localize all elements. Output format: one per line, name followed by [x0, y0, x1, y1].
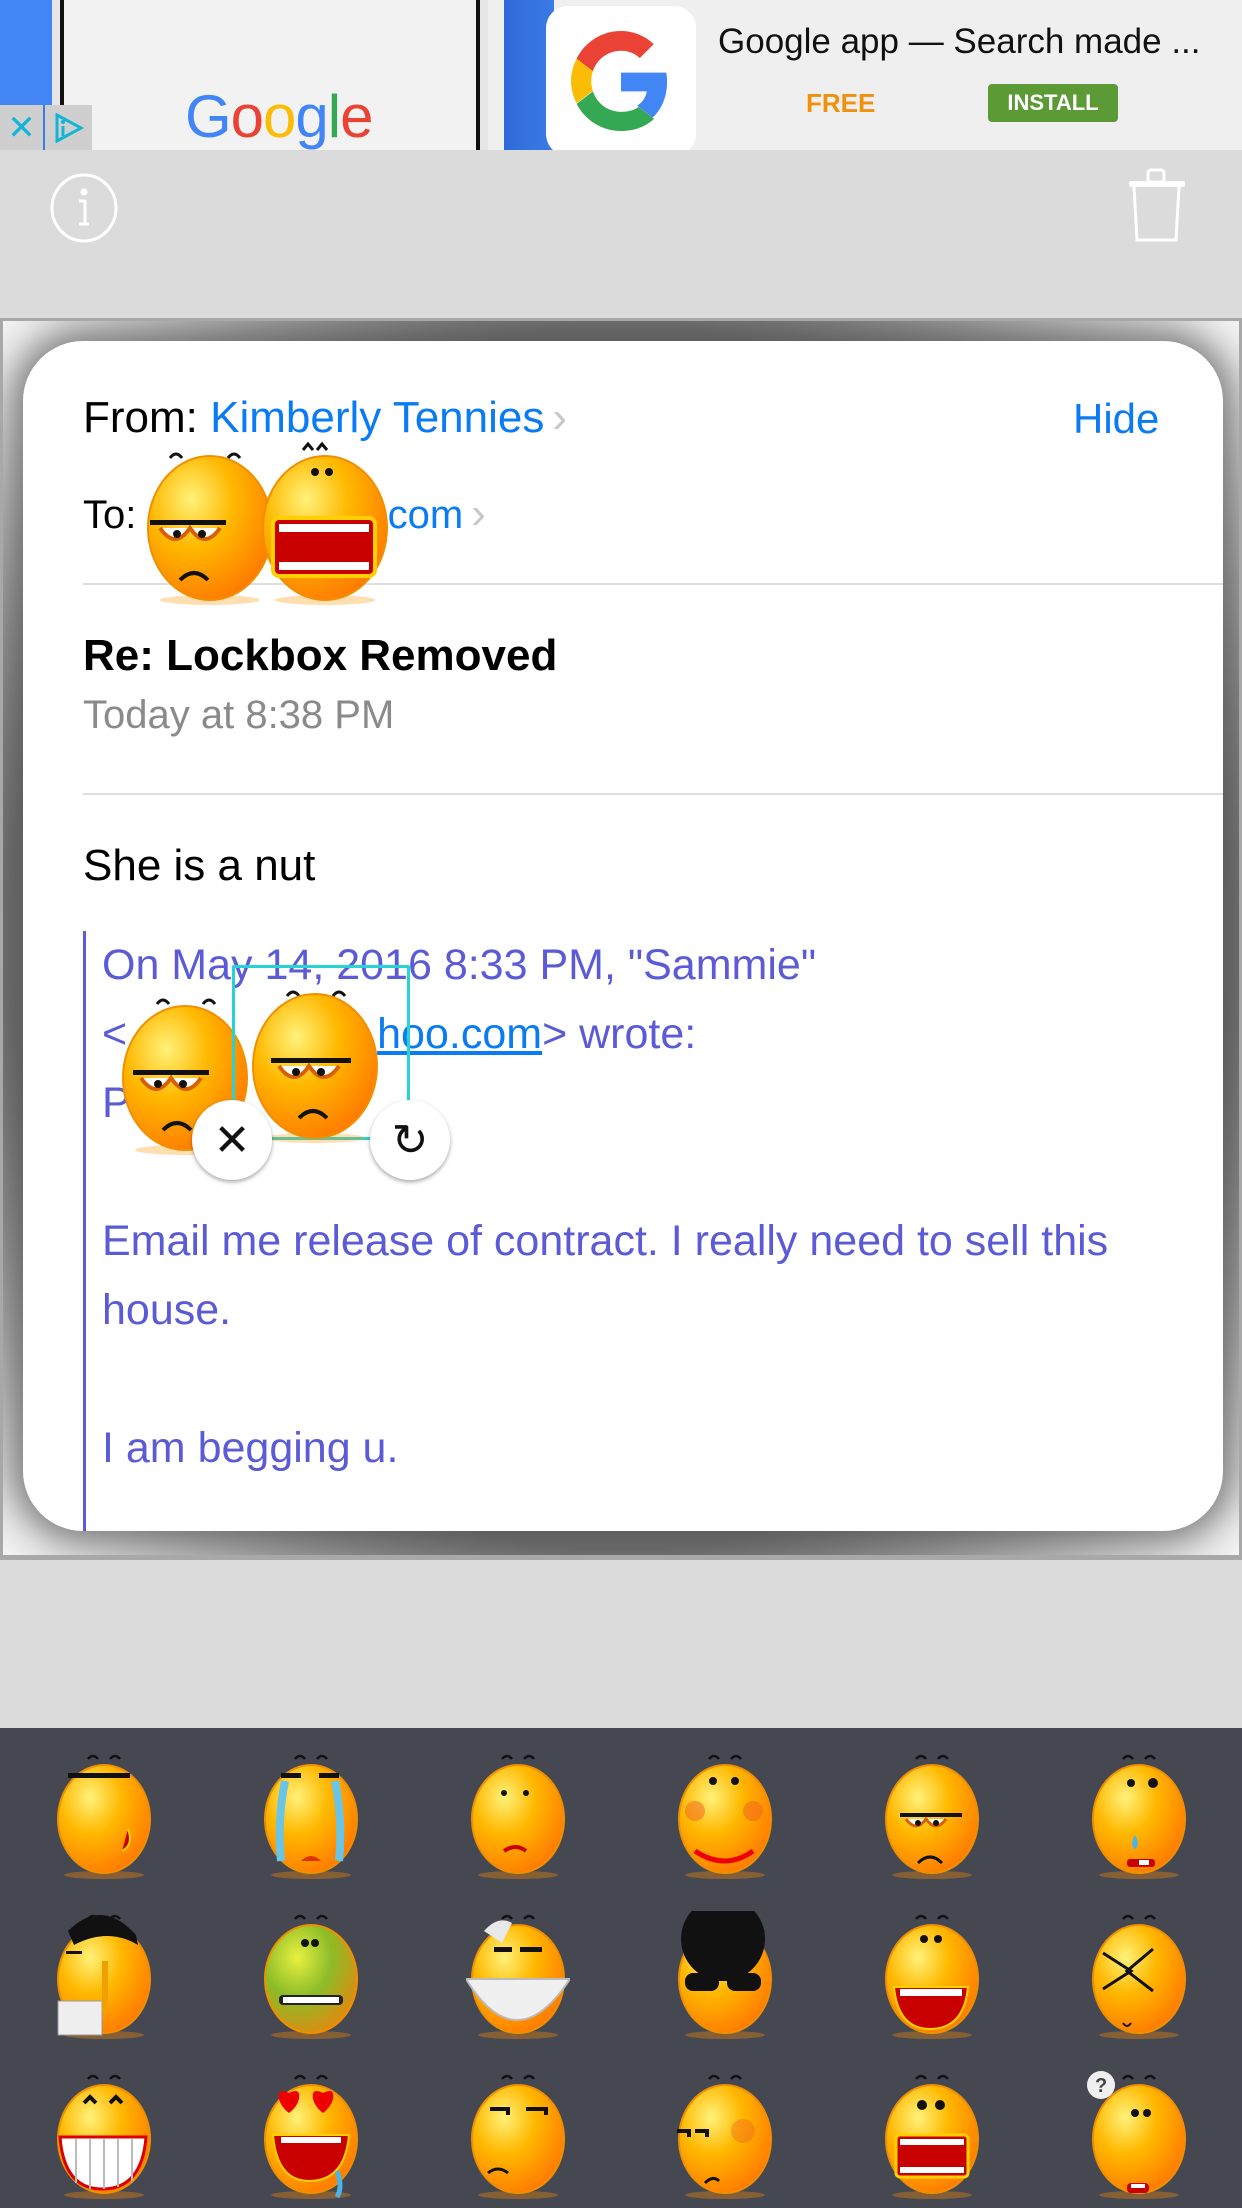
emoji-blushing-smile[interactable] [621, 1736, 828, 1896]
ad-controls: ✕ [0, 105, 92, 150]
rotate-icon: ↻ [391, 1115, 429, 1165]
emoji-sideglance-smirk[interactable] [621, 2056, 828, 2208]
emoji-headbanger-facepalm[interactable] [0, 1896, 207, 2056]
emoji-squint-x-eyes[interactable] [1035, 1896, 1242, 2056]
sick-green-icon [263, 1914, 358, 2039]
screen: Google Google app — Search made ... FREE… [0, 0, 1242, 2208]
unimpressed-icon [470, 2074, 565, 2199]
sender-name[interactable]: Kimberly Tennies [210, 393, 544, 442]
sticker-delete-button[interactable]: ✕ [192, 1100, 272, 1180]
to-label: To: [83, 493, 137, 537]
google-app-icon[interactable] [546, 6, 696, 150]
body-divider [83, 793, 1223, 795]
emoji-hatching-egg[interactable] [414, 1896, 621, 2056]
quote-paragraph-2: I am begging u. [102, 1424, 399, 1472]
email-body: She is a nut [83, 841, 316, 890]
crying-icon [263, 1754, 358, 1879]
chevron-right-icon: › [552, 393, 568, 442]
emoji-shrug-worried[interactable] [414, 1736, 621, 1896]
emoji-picker: ? [0, 1728, 1242, 2208]
adchoices-icon[interactable] [45, 105, 90, 150]
from-label: From: [83, 393, 198, 442]
emoji-heart-eyes-drool[interactable] [207, 2056, 414, 2208]
shrug-worried-icon [470, 1754, 565, 1879]
sunglasses-smirk-icon [56, 1754, 151, 1879]
emoji-confused-question[interactable]: ? [1035, 2056, 1242, 2208]
emoji-sick-green[interactable] [207, 1896, 414, 2056]
shouting-icon [884, 2074, 979, 2199]
ad-close-icon[interactable]: ✕ [0, 105, 45, 150]
emoji-big-grin[interactable] [0, 2056, 207, 2208]
emoji-nervous-sweat[interactable] [1035, 1736, 1242, 1896]
ad-banner[interactable]: Google Google app — Search made ... FREE… [0, 0, 1242, 150]
email-subject: Re: Lockbox Removed [83, 631, 558, 680]
google-wordmark: Google [185, 83, 374, 150]
from-row: From: Kimberly Tennies › [83, 393, 567, 443]
emoji-crying[interactable] [207, 1736, 414, 1896]
headbanger-facepalm-icon [56, 1914, 151, 2039]
sticker-rotate-button[interactable]: ↻ [370, 1100, 450, 1180]
emoji-shouting[interactable] [828, 2056, 1035, 2208]
emoji-annoyed[interactable] [828, 1736, 1035, 1896]
nervous-sweat-icon [1091, 1754, 1186, 1879]
annoyed-icon [884, 1754, 979, 1879]
laughing-icon [884, 1914, 979, 2039]
emoji-laughing[interactable] [828, 1896, 1035, 2056]
toolbar [0, 150, 1242, 320]
blushing-smile-icon [677, 1754, 772, 1879]
ad-title[interactable]: Google app — Search made ... [718, 22, 1201, 62]
ad-price: FREE [806, 88, 876, 118]
email-date: Today at 8:38 PM [83, 693, 395, 737]
afro-rocker-icon [677, 1911, 772, 2039]
emoji-afro-rocker[interactable] [621, 1896, 828, 2056]
heart-eyes-drool-icon [263, 2074, 358, 2199]
big-grin-icon [56, 2074, 151, 2199]
chevron-right-icon: › [471, 489, 486, 538]
emoji-unimpressed[interactable] [414, 2056, 621, 2208]
confused-question-icon: ? [1086, 2071, 1186, 2199]
ad-install-button[interactable]: INSTALL [988, 84, 1118, 122]
google-g-icon [571, 31, 668, 131]
svg-text:?: ? [1095, 2075, 1107, 2097]
close-icon: ✕ [213, 1115, 251, 1165]
info-icon[interactable] [48, 172, 120, 244]
placed-sticker-shouting-face[interactable] [255, 440, 395, 610]
hatching-egg-icon [465, 1914, 570, 2039]
quote-paragraph-1: Email me release of contract. I really n… [102, 1217, 1109, 1334]
trash-icon[interactable] [1126, 168, 1188, 244]
emoji-sunglasses-smirk[interactable] [0, 1736, 207, 1896]
squint-x-eyes-icon [1091, 1914, 1186, 2039]
sideglance-smirk-icon [676, 2074, 772, 2199]
hide-details-button[interactable]: Hide [1073, 395, 1159, 443]
